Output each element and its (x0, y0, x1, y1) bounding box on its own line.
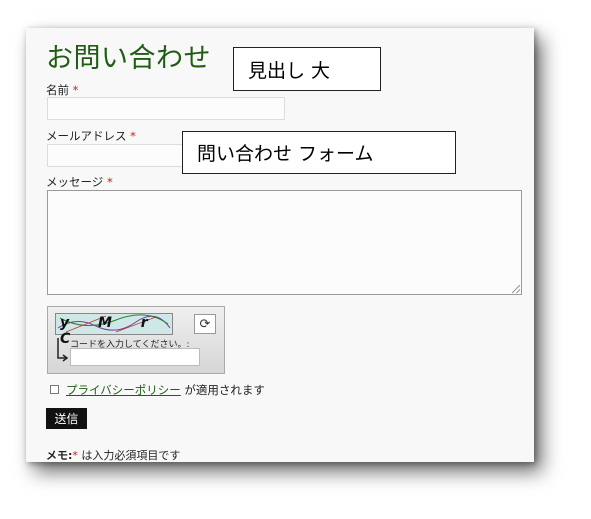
name-label-text: 名前 (46, 83, 69, 97)
refresh-icon: ⟳ (199, 316, 211, 332)
required-mark: * (72, 83, 79, 97)
message-textarea[interactable] (47, 190, 522, 295)
required-mark: * (130, 129, 136, 143)
privacy-suffix: が適用されます (180, 383, 265, 397)
heading-callout: 見出し 大 (233, 47, 381, 91)
captcha-input[interactable] (70, 348, 200, 366)
captcha-widget: y M r C ⟳ コードを入力してください。: (47, 306, 225, 374)
submit-button[interactable]: 送信 (46, 408, 87, 429)
form-callout: 問い合わせ フォーム (182, 131, 456, 174)
memo-text: は入力必須項目です (77, 449, 181, 462)
required-mark: * (106, 175, 113, 189)
arrow-down-right-icon (57, 338, 69, 362)
privacy-checkbox[interactable] (50, 385, 59, 394)
message-label: メッセージ * (46, 174, 113, 190)
resize-handle-icon[interactable] (512, 285, 520, 293)
name-label: 名前 * (46, 82, 78, 98)
contact-form-card: お問い合わせ 名前 * メールアドレス * メッセージ * y M r C ⟳ (26, 28, 534, 462)
email-label: メールアドレス * (46, 128, 136, 144)
refresh-captcha-button[interactable]: ⟳ (194, 314, 216, 334)
email-label-text: メールアドレス (46, 129, 127, 143)
captcha-image: y M r C (55, 313, 173, 347)
page-title: お問い合わせ (46, 43, 211, 74)
memo-label: メモ: (46, 449, 73, 462)
message-label-text: メッセージ (46, 175, 104, 189)
name-field[interactable] (47, 97, 285, 120)
required-note: メモ:* は入力必須項目です (46, 447, 180, 462)
privacy-text: プライバシーポリシー が適用されます (66, 382, 265, 398)
privacy-policy-link[interactable]: プライバシーポリシー (66, 383, 181, 397)
